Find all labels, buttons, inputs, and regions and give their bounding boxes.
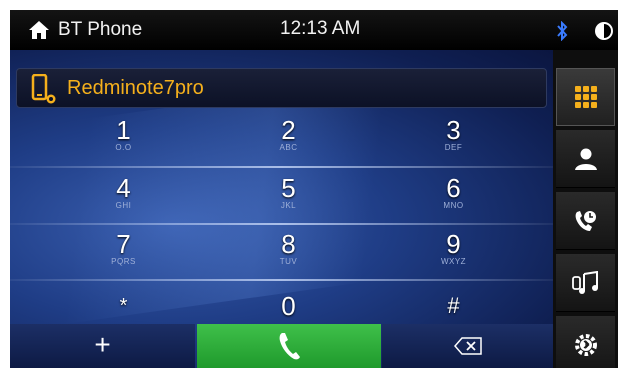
row-divider (10, 223, 553, 225)
row-divider (10, 279, 553, 281)
sidebar-item-call-history[interactable] (556, 192, 615, 250)
call-history-icon (575, 210, 596, 231)
backspace-icon (454, 337, 482, 355)
sidebar-item-bt-music[interactable] (556, 254, 615, 312)
app-title: BT Phone (58, 19, 143, 40)
contacts-icon (574, 148, 597, 170)
status-bar: BT Phone 12:13 AM (10, 10, 618, 50)
bt-phone-screen: BT Phone 12:13 AM Redminote7pro 1 O.O 2 … (10, 10, 618, 368)
bluetooth-icon (557, 21, 568, 41)
key-1[interactable]: 1 O.O (41, 112, 206, 164)
key-4[interactable]: 4 GHI (41, 170, 206, 222)
phone-icon (31, 74, 56, 104)
dialpad-icon (574, 86, 597, 108)
bt-settings-icon (574, 333, 597, 356)
key-7[interactable]: 7 PQRS (41, 226, 206, 278)
plus-button[interactable]: + (10, 324, 195, 368)
phone-menu-sidebar (553, 50, 618, 368)
backspace-button[interactable] (382, 324, 553, 368)
sidebar-item-dialpad[interactable] (556, 68, 615, 126)
key-6[interactable]: 6 MNO (371, 170, 536, 222)
connected-device-bar: Redminote7pro (16, 68, 547, 108)
key-3[interactable]: 3 DEF (371, 112, 536, 164)
key-2[interactable]: 2 ABC (206, 112, 371, 164)
clock: 12:13 AM (280, 18, 361, 39)
key-5[interactable]: 5 JKL (206, 170, 371, 222)
call-button[interactable] (197, 324, 381, 368)
key-8[interactable]: 8 TUV (206, 226, 371, 278)
row-divider (10, 166, 553, 168)
sidebar-item-bt-settings[interactable] (556, 316, 615, 368)
dialer-action-row: + (10, 324, 553, 368)
dialer-area: Redminote7pro 1 O.O 2 ABC 3 DEF 4 GHI 5 … (10, 50, 553, 368)
bt-music-icon (571, 270, 598, 294)
device-name: Redminote7pro (67, 77, 204, 99)
key-9[interactable]: 9 WXYZ (371, 226, 536, 278)
sidebar-item-contacts[interactable] (556, 130, 615, 188)
home-icon[interactable] (28, 20, 50, 40)
brightness-icon[interactable] (593, 20, 615, 42)
call-icon (279, 333, 300, 360)
